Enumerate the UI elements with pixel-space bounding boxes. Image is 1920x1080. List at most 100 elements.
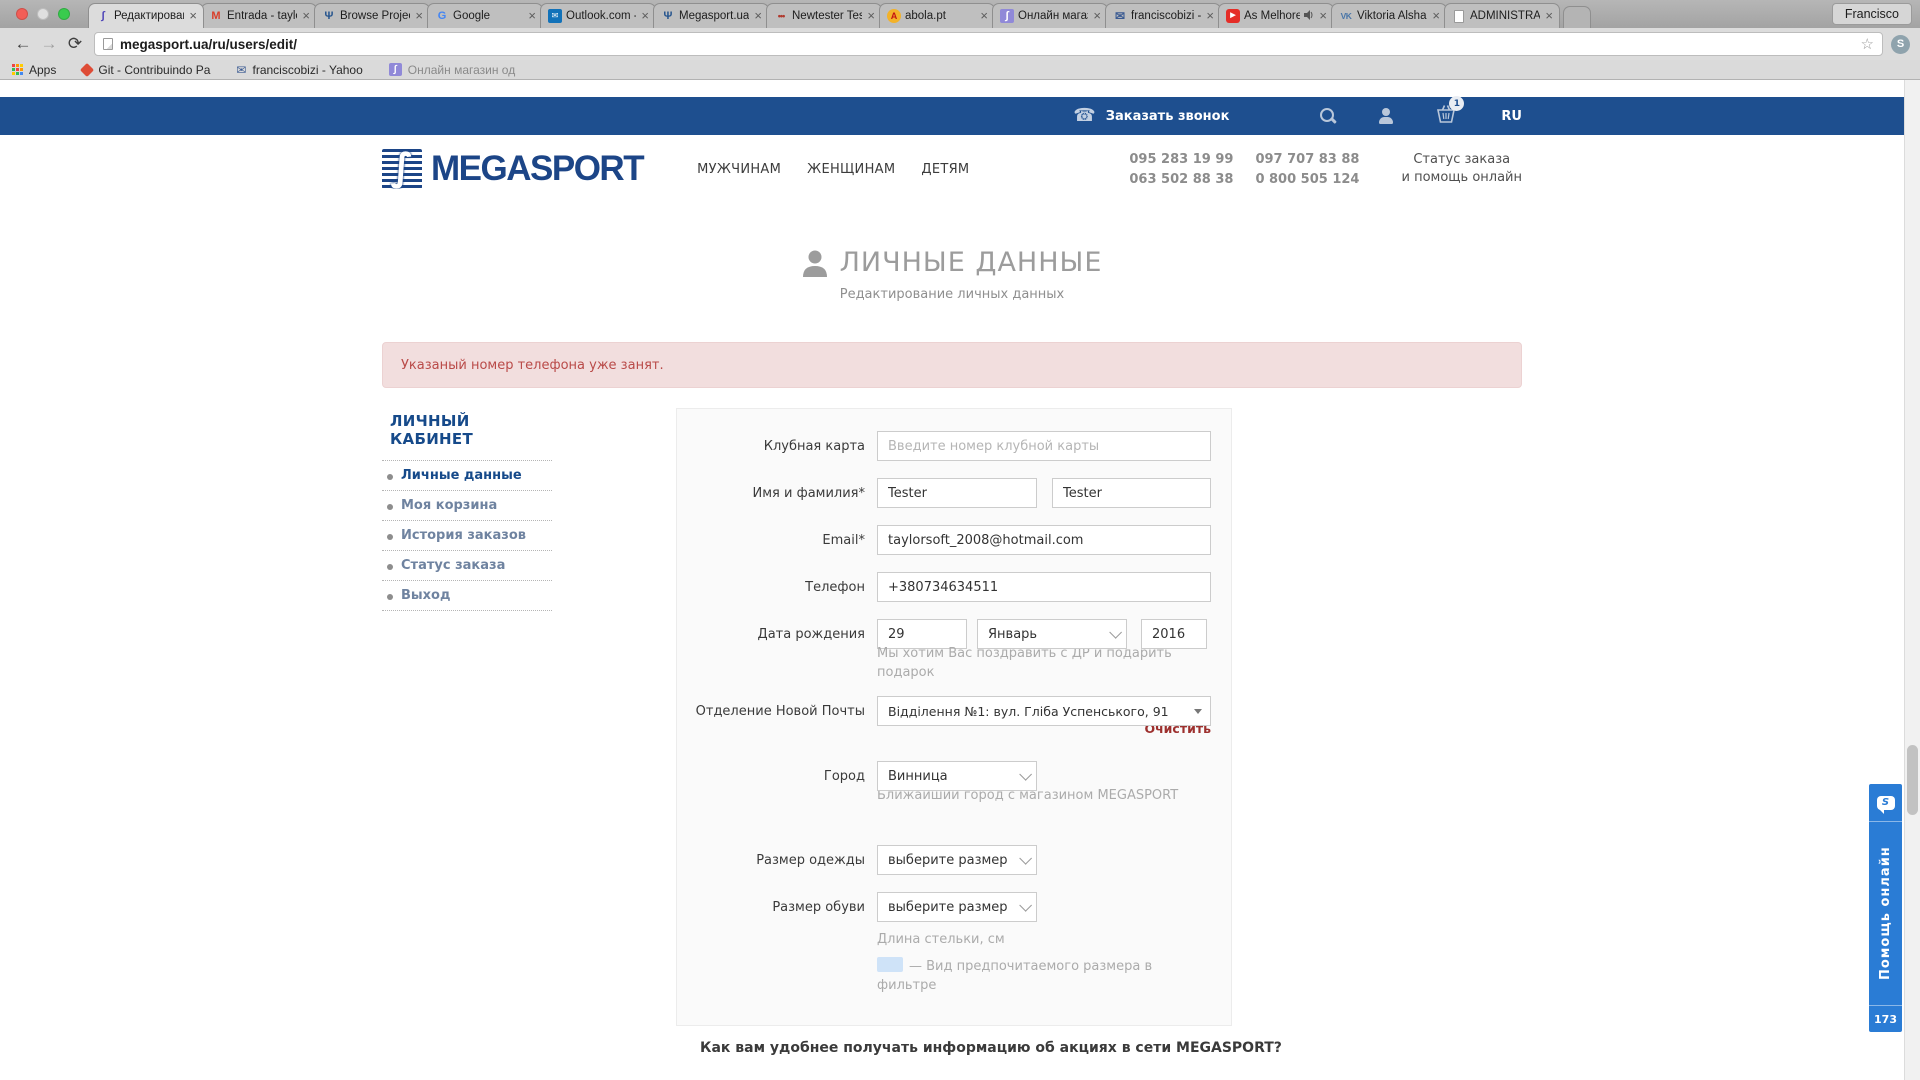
browser-toolbar: ← → ⟳ megasport.ua/ru/users/edit/ ☆ S [0,28,1920,60]
tab-megasport[interactable]: Ψ Megasport.ua - × [653,3,769,28]
tab-gmail[interactable]: M Entrada - taylo × [201,3,317,28]
sidebar-item-order-status[interactable]: Статус заказа [382,551,552,581]
sidebar-item-personal-data[interactable]: Личные данные [382,461,552,491]
help-online-count: 173 [1869,1005,1902,1032]
clothes-size-select[interactable]: выберите размер [877,845,1037,875]
tab-newtester[interactable]: ••• Newtester Test × [766,3,882,28]
nav-men[interactable]: МУЖЧИНАМ [697,162,781,177]
bookmark-label: franciscobizi - Yahoo [252,63,362,77]
tab-google[interactable]: G Google × [427,3,543,28]
account-button[interactable] [1378,108,1394,124]
tab-title: Google [453,10,523,22]
tab-close-icon[interactable]: × [188,10,198,22]
tab-youtube[interactable]: ▶ As Melhores × [1218,3,1334,28]
promo-question: Как вам удобнее получать информацию об а… [700,1040,1522,1056]
nav-kids[interactable]: ДЕТЯМ [921,162,969,177]
insole-hint: Длина стельки, см [877,930,1005,949]
tab-title: franciscobizi - [1131,10,1201,22]
order-call-button[interactable]: ☎ Заказать звонок [1073,107,1229,125]
tab-abola[interactable]: A abola.pt × [879,3,995,28]
first-name-input[interactable] [877,478,1037,508]
bookmark-online-store[interactable]: ∫ Онлайн магазин од [389,63,515,77]
window-controls [16,8,70,20]
search-button[interactable] [1320,108,1337,125]
jira-icon: Ψ [322,9,336,23]
order-call-label: Заказать звонок [1106,109,1230,124]
sidebar-item-my-cart[interactable]: Моя корзина [382,491,552,521]
order-status-link[interactable]: Статус заказа и помощь онлайн [1401,151,1522,187]
city-select[interactable]: Винница [877,761,1037,791]
shoes-size-label: Размер обуви [677,900,877,915]
tab-close-icon[interactable]: × [640,10,650,22]
address-bar[interactable]: megasport.ua/ru/users/edit/ ☆ [94,32,1883,56]
help-online-ribbon[interactable]: S Помощь онлайн 173 [1869,784,1902,1032]
tab-title: Browse Projects [340,10,410,22]
tab-close-icon[interactable]: × [1431,10,1441,22]
tab-close-icon[interactable]: × [414,10,424,22]
post-office-label: Отделение Новой Почты [677,704,877,719]
dots-icon: ••• [774,9,788,23]
chevron-down-icon [1019,768,1032,781]
bookmark-star-icon[interactable]: ☆ [1861,35,1874,53]
page-scrollbar[interactable] [1904,80,1920,1080]
logo-icon: ∫ [382,149,422,189]
last-name-input[interactable] [1052,478,1211,508]
user-icon [1378,108,1394,124]
store-icon: ∫ [389,63,402,76]
window-close-button[interactable] [16,8,28,20]
profile-button[interactable]: Francisco [1832,3,1912,25]
page-title: ЛИЧНЫЕ ДАННЫЕ [382,247,1522,278]
tab-editing[interactable]: ∫ Редактировани × [88,3,204,28]
tab-vk[interactable]: VK Viktoria Alshari × [1331,3,1447,28]
bookmark-apps[interactable]: Apps [12,63,56,77]
profile-form: Клубная карта Имя и фамилия* Email* [676,408,1232,1026]
tab-administracao[interactable]: ADMINISTRACA × [1444,3,1560,28]
tab-browse-projects[interactable]: Ψ Browse Projects × [314,3,430,28]
bookmark-yahoo[interactable]: ✉ franciscobizi - Yahoo [236,63,362,77]
site-header: ∫ MEGASPORT МУЖЧИНАМ ЖЕНЩИНАМ ДЕТЯМ 095 … [0,135,1904,203]
back-button[interactable]: ← [10,34,36,54]
url-text[interactable]: megasport.ua/ru/users/edit/ [120,37,1854,52]
extension-icon[interactable]: S [1891,35,1910,54]
new-tab-button[interactable] [1563,6,1591,28]
tab-close-icon[interactable]: × [1205,10,1215,22]
tab-yahoo-mail[interactable]: ✉ franciscobizi - × [1105,3,1221,28]
phone-call-icon: ☎ [1073,107,1095,125]
language-switch[interactable]: RU [1501,109,1522,124]
birth-month-select[interactable]: Январь [977,619,1127,649]
megasport-favicon-icon: ∫ [96,9,110,23]
shoes-size-select[interactable]: выберите размер [877,892,1037,922]
nav-women[interactable]: ЖЕНЩИНАМ [807,162,895,177]
tab-close-icon[interactable]: × [1092,10,1102,22]
megasport-logo[interactable]: ∫ MEGASPORT [382,149,643,189]
sidebar-item-logout[interactable]: Выход [382,581,552,611]
tab-close-icon[interactable]: × [527,10,537,22]
post-office-select[interactable]: Відділення №1: вул. Гліба Успенського, 9… [877,696,1211,726]
club-card-input[interactable] [877,431,1211,461]
forward-button[interactable]: → [36,34,62,54]
reload-button[interactable]: ⟳ [62,34,88,54]
bookmark-git[interactable]: Git - Contribuindo Pa [82,63,210,77]
bookmarks-bar: Apps Git - Contribuindo Pa ✉ franciscobi… [0,60,1920,80]
tab-close-icon[interactable]: × [1318,10,1328,22]
cart-button[interactable]: 1 [1435,104,1457,128]
scrollbar-thumb[interactable] [1907,745,1918,815]
phone-input[interactable] [877,572,1211,602]
sidebar-item-order-history[interactable]: История заказов [382,521,552,551]
tab-close-icon[interactable]: × [1544,10,1554,22]
tab-close-icon[interactable]: × [753,10,763,22]
chevron-down-icon [1019,852,1032,865]
chat-bubble-icon: S [1869,784,1902,822]
tab-outlook[interactable]: ✉ Outlook.com - t × [540,3,656,28]
tab-close-icon[interactable]: × [301,10,311,22]
birthdate-label: Дата рождения [677,627,877,642]
city-label: Город [677,769,877,784]
tab-close-icon[interactable]: × [979,10,989,22]
email-input[interactable] [877,525,1211,555]
abola-icon: A [887,9,901,23]
document-icon [1452,9,1466,23]
window-minimize-button[interactable] [37,8,49,20]
tab-online-store[interactable]: ∫ Онлайн магаз × [992,3,1108,28]
window-zoom-button[interactable] [58,8,70,20]
tab-close-icon[interactable]: × [866,10,876,22]
